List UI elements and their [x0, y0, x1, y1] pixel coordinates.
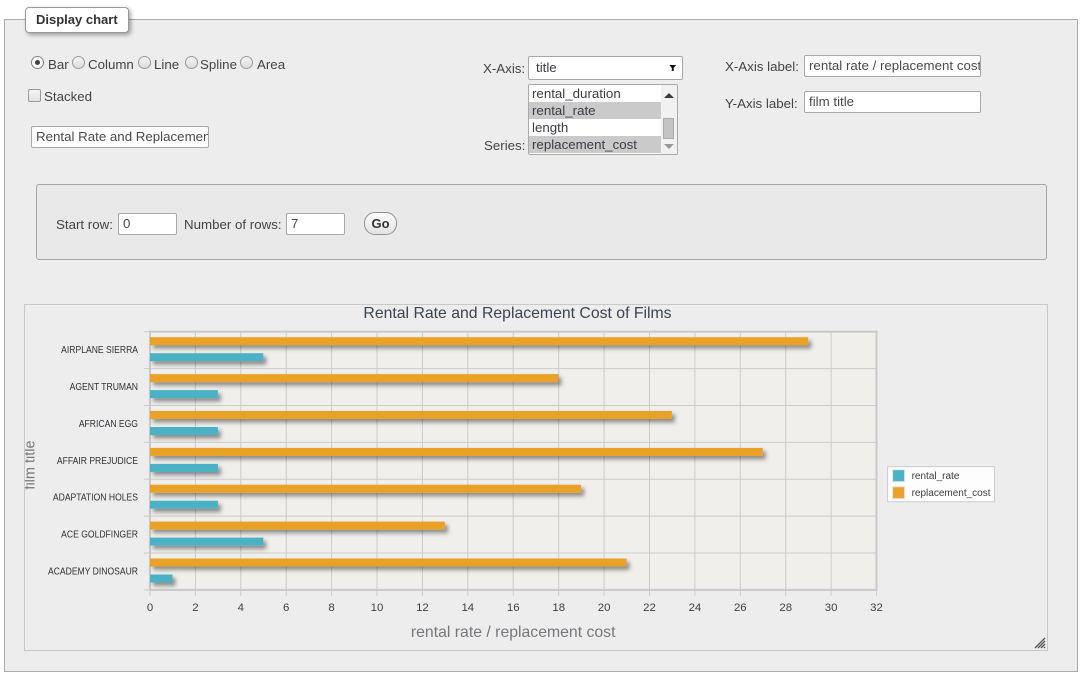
svg-text:4: 4: [238, 602, 244, 614]
svg-text:rental_rate: rental_rate: [912, 471, 960, 482]
svg-text:20: 20: [598, 602, 611, 614]
svg-text:Rental Rate and Replacement Co: Rental Rate and Replacement Cost of Film…: [363, 305, 671, 322]
svg-text:AIRPLANE SIERRA: AIRPLANE SIERRA: [61, 344, 138, 356]
svg-text:0: 0: [147, 602, 153, 614]
svg-text:replacement_cost: replacement_cost: [912, 488, 991, 499]
svg-text:AFFAIR PREJUDICE: AFFAIR PREJUDICE: [57, 455, 138, 467]
svg-text:film title: film title: [25, 440, 39, 489]
svg-text:6: 6: [283, 602, 289, 614]
svg-text:rental rate / replacement cost: rental rate / replacement cost: [411, 624, 616, 641]
svg-text:28: 28: [779, 602, 792, 614]
svg-text:32: 32: [870, 602, 883, 614]
svg-text:22: 22: [643, 602, 656, 614]
svg-text:ACADEMY DINOSAUR: ACADEMY DINOSAUR: [48, 566, 138, 578]
svg-text:14: 14: [461, 602, 474, 614]
svg-text:2: 2: [192, 602, 198, 614]
svg-text:12: 12: [416, 602, 429, 614]
svg-text:26: 26: [734, 602, 747, 614]
svg-text:24: 24: [689, 602, 702, 614]
svg-text:ADAPTATION HOLES: ADAPTATION HOLES: [53, 492, 138, 504]
svg-text:30: 30: [825, 602, 838, 614]
svg-text:AFRICAN EGG: AFRICAN EGG: [79, 418, 138, 430]
svg-text:16: 16: [507, 602, 520, 614]
svg-text:10: 10: [371, 602, 384, 614]
svg-text:ACE GOLDFINGER: ACE GOLDFINGER: [61, 529, 138, 541]
svg-text:18: 18: [552, 602, 565, 614]
svg-text:8: 8: [328, 602, 334, 614]
svg-text:AGENT TRUMAN: AGENT TRUMAN: [70, 381, 138, 393]
